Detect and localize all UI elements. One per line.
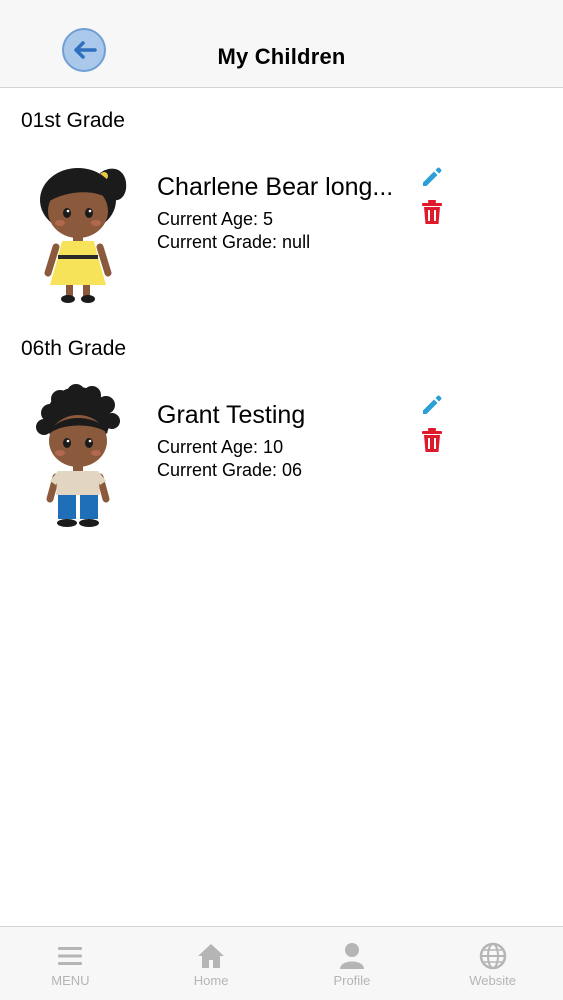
edit-pencil-icon[interactable] — [420, 393, 444, 417]
tab-label: MENU — [51, 973, 90, 988]
child-grade: Current Grade: null — [157, 232, 311, 252]
child-grade: Current Grade: 06 — [157, 460, 303, 480]
tab-menu[interactable]: MENU — [0, 927, 141, 1000]
tab-website[interactable]: Website — [422, 927, 563, 1000]
children-list: 01st Grade Charlene Bear long... Current… — [0, 88, 563, 926]
child-name: Grant Testing — [157, 401, 306, 429]
child-card[interactable]: Grant Testing Current Age: 10 Current Gr… — [0, 383, 563, 533]
tab-label: Profile — [333, 973, 371, 988]
tab-label: Website — [469, 973, 516, 988]
child-name: Charlene Bear long... — [157, 173, 394, 201]
delete-trash-icon[interactable] — [420, 199, 444, 225]
globe-icon — [479, 942, 506, 970]
tab-bar: MENU Home Profile Website — [0, 926, 563, 1000]
boy-avatar-icon — [36, 384, 120, 527]
child-age: Current Age: 10 — [157, 437, 284, 457]
tab-label: Home — [193, 973, 229, 988]
home-icon — [198, 944, 225, 968]
menu-icon — [58, 947, 83, 965]
child-card[interactable]: Charlene Bear long... Current Age: 5 Cur… — [0, 155, 563, 305]
tab-profile[interactable]: Profile — [282, 927, 423, 1000]
girl-avatar-icon — [40, 168, 127, 303]
navigation-bar: My Children — [0, 0, 563, 88]
tab-home[interactable]: Home — [141, 927, 282, 1000]
delete-trash-icon[interactable] — [420, 427, 444, 453]
grade-header: 01st Grade — [21, 109, 125, 132]
edit-pencil-icon[interactable] — [420, 165, 444, 189]
child-age: Current Age: 5 — [157, 209, 274, 229]
grade-header: 06th Grade — [21, 337, 127, 360]
page-title: My Children — [217, 44, 346, 69]
profile-icon — [339, 943, 364, 969]
